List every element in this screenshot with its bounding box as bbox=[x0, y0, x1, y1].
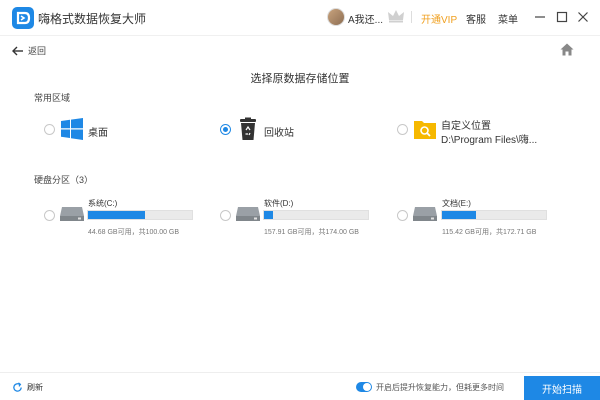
drive-c-usage-fill bbox=[88, 211, 146, 219]
drive-e-usage-fill bbox=[442, 211, 477, 219]
drive-d-radio[interactable] bbox=[220, 210, 231, 221]
minimize-icon[interactable] bbox=[533, 10, 547, 24]
title-bar: 嗨格式数据恢复大师 A我还... 开通VIP 客服 菜单 bbox=[0, 0, 600, 36]
home-icon[interactable] bbox=[560, 43, 574, 56]
windows-icon bbox=[61, 118, 83, 140]
common-section-label: 常用区域 bbox=[34, 93, 71, 103]
recycle-bin-label: 回收站 bbox=[264, 128, 294, 139]
drive-c-info: 44.68 GB可用，共100.00 GB bbox=[88, 229, 180, 236]
drive-c-radio[interactable] bbox=[44, 210, 55, 221]
drive-d-usage-fill bbox=[264, 211, 274, 219]
service-button[interactable]: 客服 bbox=[466, 11, 486, 26]
maximize-icon[interactable] bbox=[555, 10, 569, 24]
hard-drive-icon bbox=[60, 207, 84, 221]
drive-e-name: 文档(E:) bbox=[442, 199, 471, 208]
refresh-icon bbox=[13, 382, 22, 392]
drive-c-name: 系统(C:) bbox=[88, 199, 118, 208]
vip-button[interactable]: 开通VIP bbox=[421, 11, 457, 26]
folder-search-icon bbox=[414, 121, 436, 139]
drive-d-usage-bar bbox=[263, 210, 369, 220]
desktop-radio[interactable] bbox=[44, 124, 55, 135]
drive-c-usage-bar bbox=[87, 210, 193, 220]
page-title: 选择原数据存储位置 bbox=[250, 73, 350, 85]
disk-section-label: 硬盘分区（3） bbox=[34, 175, 94, 185]
arrow-left-icon bbox=[12, 46, 23, 55]
hard-drive-icon bbox=[236, 207, 260, 221]
refresh-label: 刷新 bbox=[27, 383, 43, 392]
back-button[interactable]: 返回 bbox=[12, 44, 46, 57]
custom-location-path: D:\Program Files\嗨... bbox=[441, 135, 538, 146]
avatar[interactable] bbox=[327, 8, 345, 26]
start-scan-button[interactable]: 开始扫描 bbox=[524, 376, 600, 400]
footer-bar: 刷新 开启后提升恢复能力，但耗更多时间 开始扫描 bbox=[0, 372, 600, 400]
app-logo-icon bbox=[12, 7, 34, 29]
drive-e-info: 115.42 GB可用，共172.71 GB bbox=[442, 229, 537, 236]
deep-scan-toggle[interactable] bbox=[356, 382, 372, 392]
deep-scan-label: 开启后提升恢复能力，但耗更多时间 bbox=[376, 383, 504, 392]
recycle-bin-icon bbox=[240, 117, 256, 140]
drive-e-radio[interactable] bbox=[397, 210, 408, 221]
divider bbox=[411, 11, 412, 23]
refresh-button[interactable]: 刷新 bbox=[12, 382, 43, 393]
close-icon[interactable] bbox=[576, 10, 590, 24]
hard-drive-icon bbox=[413, 207, 437, 221]
custom-location-label: 自定义位置 bbox=[441, 121, 491, 132]
desktop-label: 桌面 bbox=[88, 128, 108, 139]
custom-location-radio[interactable] bbox=[397, 124, 408, 135]
back-label: 返回 bbox=[28, 46, 47, 56]
crown-icon bbox=[388, 10, 404, 23]
app-title: 嗨格式数据恢复大师 bbox=[38, 12, 147, 26]
username[interactable]: A我还... bbox=[348, 11, 383, 26]
drive-e-usage-bar bbox=[441, 210, 547, 220]
drive-d-info: 157.91 GB可用，共174.00 GB bbox=[264, 229, 359, 236]
recycle-bin-radio[interactable] bbox=[220, 124, 231, 135]
drive-d-name: 软件(D:) bbox=[264, 199, 294, 208]
menu-button[interactable]: 菜单 bbox=[498, 11, 518, 26]
